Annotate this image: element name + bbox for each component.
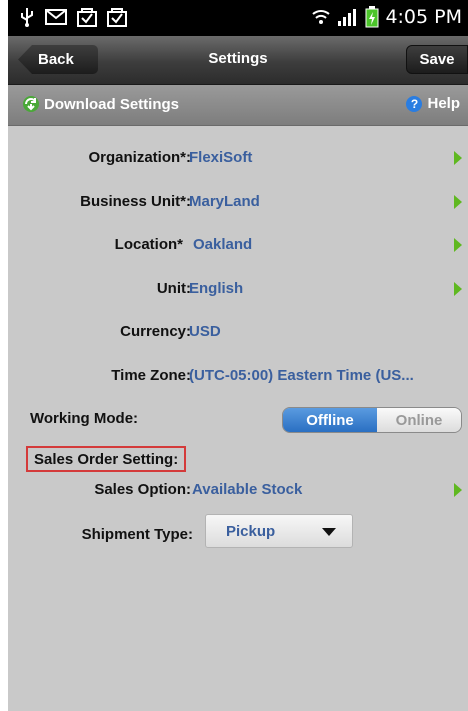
business-unit-value: MaryLand [189,193,260,210]
sales-option-value: Available Stock [192,481,303,498]
download-done-icon [77,8,97,27]
chevron-right-icon[interactable] [452,237,464,253]
nav-bar: Back Settings Save [8,36,468,85]
chevron-right-icon[interactable] [452,194,464,210]
sales-option-row[interactable]: Sales Option: Available Stock [8,476,468,506]
sales-option-label: Sales Option: [94,481,191,498]
currency-label: Currency: [120,323,191,340]
business-unit-row[interactable]: Business Unit*: MaryLand [8,188,468,218]
offline-option[interactable]: Offline [283,408,377,432]
business-unit-label: Business Unit*: [80,193,191,210]
online-option[interactable]: Online [377,408,461,432]
help-link[interactable]: ? Help [406,95,460,112]
signal-icon [338,9,357,26]
organization-label: Organization*: [88,149,191,166]
time-zone-row[interactable]: Time Zone: (UTC-05:00) Eastern Time (US.… [8,362,468,392]
chevron-right-icon[interactable] [452,482,464,498]
save-button[interactable]: Save [406,45,468,74]
organization-row[interactable]: Organization*: FlexiSoft [8,144,468,174]
currency-value: USD [189,323,221,340]
usb-icon [21,8,33,27]
chevron-right-icon[interactable] [452,150,464,166]
organization-value: FlexiSoft [189,149,253,166]
help-label: Help [427,95,460,112]
download-settings-link[interactable]: Download Settings [22,95,179,113]
save-button-label: Save [419,51,455,68]
app-frame: 4:05 PM Back Settings Save Download Sett… [8,0,468,711]
sales-order-setting-label: Sales Order Setting: [34,450,179,468]
location-row[interactable]: Location* Oakland [8,231,468,261]
offline-option-label: Offline [306,411,354,429]
status-icons-right: 4:05 PM [311,6,462,28]
download-settings-label: Download Settings [44,95,179,113]
download-done-icon [107,8,127,27]
shipment-type-label: Shipment Type: [81,526,193,543]
status-icons-left [18,6,128,28]
shipment-type-value: Pickup [226,523,276,540]
currency-row: Currency: USD [8,318,468,348]
working-mode-label: Working Mode: [30,410,139,427]
unit-label: Unit: [156,280,191,297]
time-zone-label: Time Zone: [111,367,191,384]
working-mode-toggle[interactable]: Offline Online [282,407,462,433]
wifi-icon [312,10,331,24]
page-title: Settings [208,50,268,67]
download-refresh-icon [23,96,39,112]
location-label: Location* [114,236,183,253]
battery-icon [365,6,379,28]
location-value: Oakland [193,236,253,253]
mail-icon [45,9,67,25]
chevron-down-icon [322,528,336,536]
time-zone-value: (UTC-05:00) Eastern Time (US... [189,367,414,384]
chevron-right-icon[interactable] [452,281,464,297]
unit-row[interactable]: Unit: English [8,275,468,305]
unit-value: English [189,280,244,297]
status-bar: 4:05 PM [8,0,468,36]
sales-order-setting-heading: Sales Order Setting: [26,446,187,472]
status-time: 4:05 PM [385,6,462,28]
help-icon: ? [406,95,423,112]
sub-header: Download Settings ? Help [8,85,468,126]
online-option-label: Online [395,411,443,429]
shipment-type-select[interactable]: Pickup [205,514,353,548]
